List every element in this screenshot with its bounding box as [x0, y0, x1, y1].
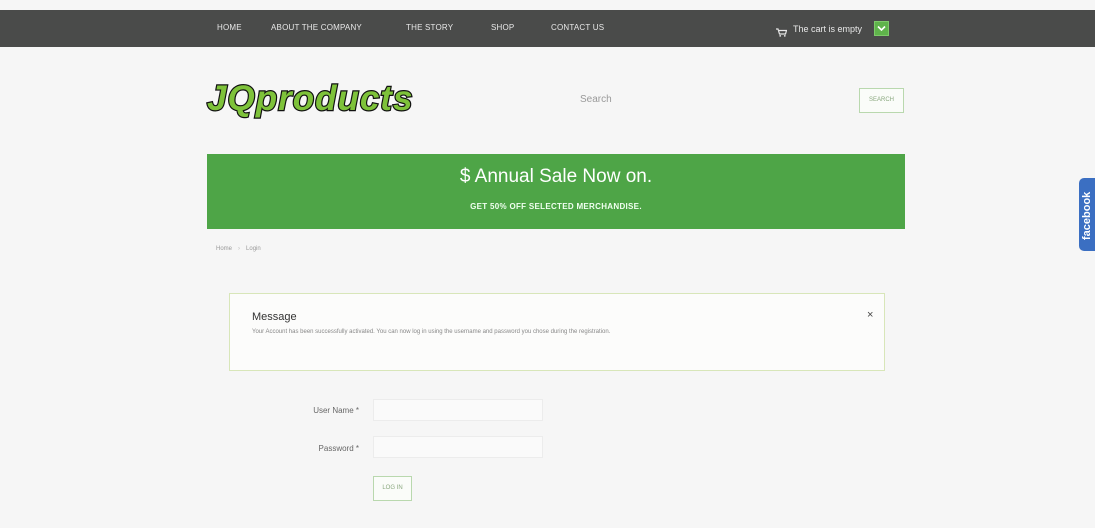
- nav-shop[interactable]: SHOP: [491, 23, 514, 32]
- nav-home[interactable]: HOME: [217, 23, 242, 32]
- facebook-label: facebook: [1081, 191, 1093, 240]
- login-button[interactable]: LOG IN: [373, 476, 412, 501]
- close-icon[interactable]: ×: [867, 309, 873, 321]
- password-field[interactable]: [373, 436, 543, 458]
- cart-dropdown-button[interactable]: [874, 21, 890, 36]
- shopping-cart-icon: [776, 24, 788, 37]
- username-field[interactable]: [373, 399, 543, 421]
- site-logo[interactable]: JQproducts: [203, 74, 435, 124]
- message-title: Message: [252, 311, 297, 323]
- search-button[interactable]: SEARCH: [859, 88, 904, 113]
- banner-title: $ Annual Sale Now on.: [459, 166, 653, 187]
- sale-banner[interactable]: $ Annual Sale Now on. GET 50% OFF SELECT…: [207, 154, 905, 229]
- nav-about-the-company[interactable]: ABOUT THE COMPANY: [271, 23, 362, 32]
- breadcrumb-home[interactable]: Home: [216, 246, 232, 252]
- nav-contact-us[interactable]: CONTACT US: [551, 23, 604, 32]
- search-input[interactable]: [577, 86, 853, 112]
- password-label: Password *: [318, 444, 359, 453]
- nav-the-story[interactable]: THE STORY: [406, 23, 453, 32]
- username-label: User Name *: [313, 406, 359, 415]
- breadcrumb-current: Login: [246, 246, 261, 252]
- top-nav-bar: HOME ABOUT THE COMPANY THE STORY SHOP CO…: [0, 10, 1095, 47]
- breadcrumb-separator: ›: [238, 246, 241, 252]
- message-text: Your Account has been successfully activ…: [252, 329, 611, 335]
- message-box: Message Your Account has been successful…: [229, 293, 885, 371]
- cart-widget[interactable]: The cart is empty: [776, 10, 890, 47]
- chevron-down-icon: [877, 25, 886, 32]
- logo-text: JQproducts: [207, 79, 413, 118]
- facebook-tab[interactable]: facebook: [1079, 178, 1095, 251]
- cart-status: The cart is empty: [793, 23, 863, 34]
- breadcrumb: Home › Login: [216, 246, 261, 252]
- banner-subtitle: GET 50% OFF SELECTED MERCHANDISE.: [470, 202, 642, 211]
